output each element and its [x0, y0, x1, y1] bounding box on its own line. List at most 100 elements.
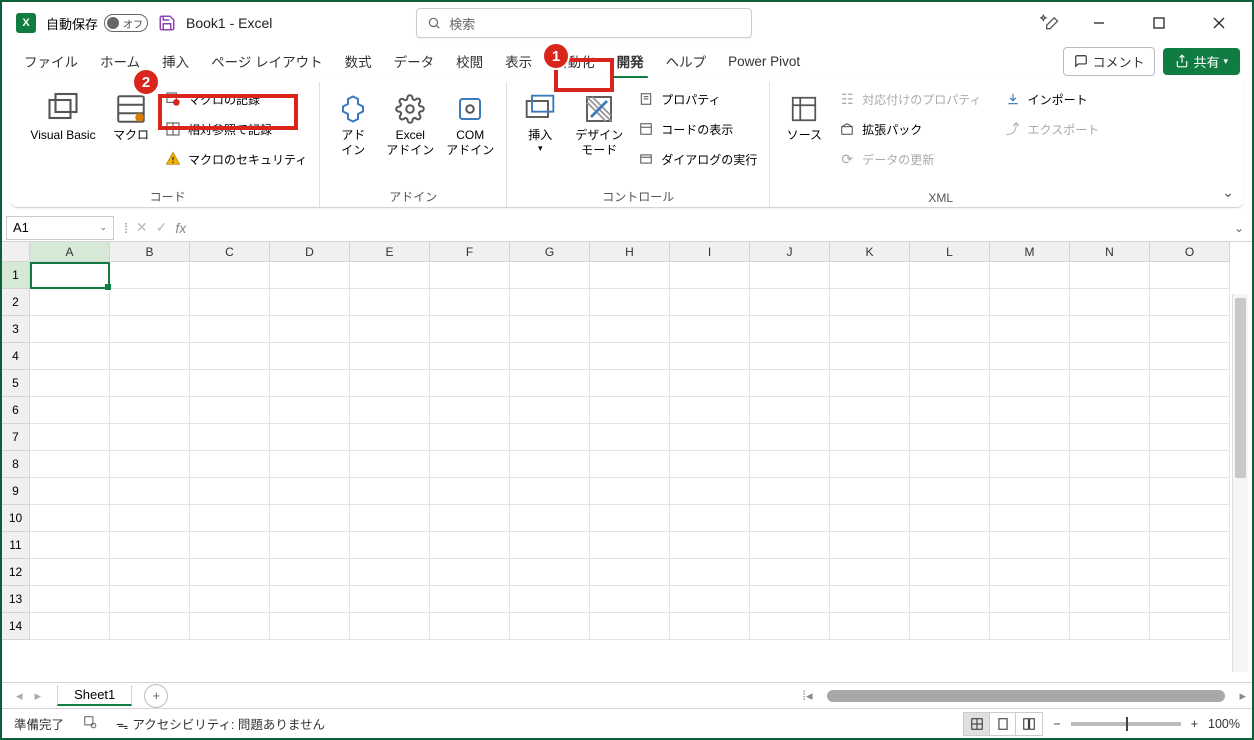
- search-box[interactable]: 検索: [416, 8, 752, 38]
- cell[interactable]: [510, 532, 590, 559]
- row-header[interactable]: 7: [2, 424, 30, 451]
- cell[interactable]: [590, 451, 670, 478]
- cell[interactable]: [30, 451, 110, 478]
- cell[interactable]: [1150, 613, 1230, 640]
- macro-security-button[interactable]: マクロのセキュリティ: [160, 146, 311, 172]
- formula-bar-expand[interactable]: ⌄: [1226, 221, 1252, 235]
- tab-insert[interactable]: 挿入: [152, 47, 199, 75]
- cell[interactable]: [670, 397, 750, 424]
- row-header[interactable]: 10: [2, 505, 30, 532]
- cell[interactable]: [190, 289, 270, 316]
- cell[interactable]: [1150, 370, 1230, 397]
- cell[interactable]: [1150, 478, 1230, 505]
- addins-button[interactable]: アド イン: [328, 84, 378, 186]
- tab-home[interactable]: ホーム: [90, 47, 150, 75]
- comments-button[interactable]: コメント: [1063, 47, 1155, 76]
- cell[interactable]: [350, 613, 430, 640]
- expansion-pack-button[interactable]: 拡張パック: [834, 116, 985, 142]
- cell[interactable]: [430, 586, 510, 613]
- cell[interactable]: [430, 505, 510, 532]
- column-header[interactable]: F: [430, 242, 510, 262]
- cell[interactable]: [910, 397, 990, 424]
- cell[interactable]: [1070, 289, 1150, 316]
- name-box[interactable]: A1⌄: [6, 216, 114, 240]
- cell[interactable]: [990, 343, 1070, 370]
- cell[interactable]: [750, 289, 830, 316]
- zoom-in-button[interactable]: +: [1191, 717, 1198, 731]
- vertical-scrollbar[interactable]: [1232, 294, 1248, 672]
- cell[interactable]: [1070, 451, 1150, 478]
- vertical-scroll-thumb[interactable]: [1235, 298, 1246, 478]
- column-header[interactable]: O: [1150, 242, 1230, 262]
- cell[interactable]: [30, 316, 110, 343]
- cell[interactable]: [830, 316, 910, 343]
- cell[interactable]: [1070, 478, 1150, 505]
- cell[interactable]: [1150, 424, 1230, 451]
- cell[interactable]: [110, 478, 190, 505]
- cell[interactable]: [30, 289, 110, 316]
- cell[interactable]: [670, 262, 750, 289]
- cell[interactable]: [1070, 532, 1150, 559]
- zoom-slider[interactable]: [1071, 722, 1181, 726]
- cell[interactable]: [270, 370, 350, 397]
- source-button[interactable]: ソース: [778, 84, 830, 189]
- cell[interactable]: [990, 397, 1070, 424]
- cell[interactable]: [270, 316, 350, 343]
- cell[interactable]: [30, 613, 110, 640]
- cell[interactable]: [190, 316, 270, 343]
- cell[interactable]: [350, 289, 430, 316]
- cell[interactable]: [350, 262, 430, 289]
- cell[interactable]: [910, 370, 990, 397]
- cell[interactable]: [30, 586, 110, 613]
- cell[interactable]: [750, 343, 830, 370]
- view-normal-button[interactable]: [964, 713, 990, 735]
- cell[interactable]: [910, 424, 990, 451]
- cell[interactable]: [270, 262, 350, 289]
- column-header[interactable]: B: [110, 242, 190, 262]
- cell[interactable]: [30, 505, 110, 532]
- cell[interactable]: [510, 397, 590, 424]
- excel-addins-button[interactable]: Excel アドイン: [382, 84, 438, 186]
- cell[interactable]: [430, 262, 510, 289]
- sheet-tab-sheet1[interactable]: Sheet1: [57, 685, 132, 706]
- insert-control-button[interactable]: 挿入▾: [515, 84, 565, 186]
- cell[interactable]: [750, 532, 830, 559]
- accessibility-status[interactable]: ᯓアクセシビリティ: 問題ありません: [116, 714, 325, 733]
- cell[interactable]: [990, 532, 1070, 559]
- cell[interactable]: [350, 316, 430, 343]
- tab-page-layout[interactable]: ページ レイアウト: [201, 47, 332, 75]
- cell[interactable]: [830, 559, 910, 586]
- cell[interactable]: [270, 424, 350, 451]
- visual-basic-button[interactable]: Visual Basic: [24, 84, 102, 186]
- cell[interactable]: [750, 586, 830, 613]
- cell[interactable]: [670, 613, 750, 640]
- cell[interactable]: [590, 262, 670, 289]
- cell[interactable]: [1070, 397, 1150, 424]
- cell[interactable]: [590, 478, 670, 505]
- row-header[interactable]: 9: [2, 478, 30, 505]
- cell[interactable]: [750, 316, 830, 343]
- tab-view[interactable]: 表示: [495, 47, 542, 75]
- cell[interactable]: [430, 478, 510, 505]
- cell[interactable]: [1070, 559, 1150, 586]
- cell[interactable]: [910, 532, 990, 559]
- cell[interactable]: [510, 613, 590, 640]
- cell[interactable]: [1150, 343, 1230, 370]
- cell[interactable]: [350, 424, 430, 451]
- cell[interactable]: [190, 586, 270, 613]
- autosave-toggle[interactable]: オフ: [104, 14, 148, 32]
- cell[interactable]: [350, 505, 430, 532]
- cell[interactable]: [510, 262, 590, 289]
- cell[interactable]: [510, 505, 590, 532]
- cell[interactable]: [430, 289, 510, 316]
- cell[interactable]: [190, 262, 270, 289]
- cell[interactable]: [110, 289, 190, 316]
- cell[interactable]: [350, 532, 430, 559]
- cell[interactable]: [910, 289, 990, 316]
- cell[interactable]: [1070, 424, 1150, 451]
- column-header[interactable]: D: [270, 242, 350, 262]
- cell[interactable]: [270, 451, 350, 478]
- cell[interactable]: [1150, 397, 1230, 424]
- cell[interactable]: [510, 478, 590, 505]
- cell[interactable]: [590, 586, 670, 613]
